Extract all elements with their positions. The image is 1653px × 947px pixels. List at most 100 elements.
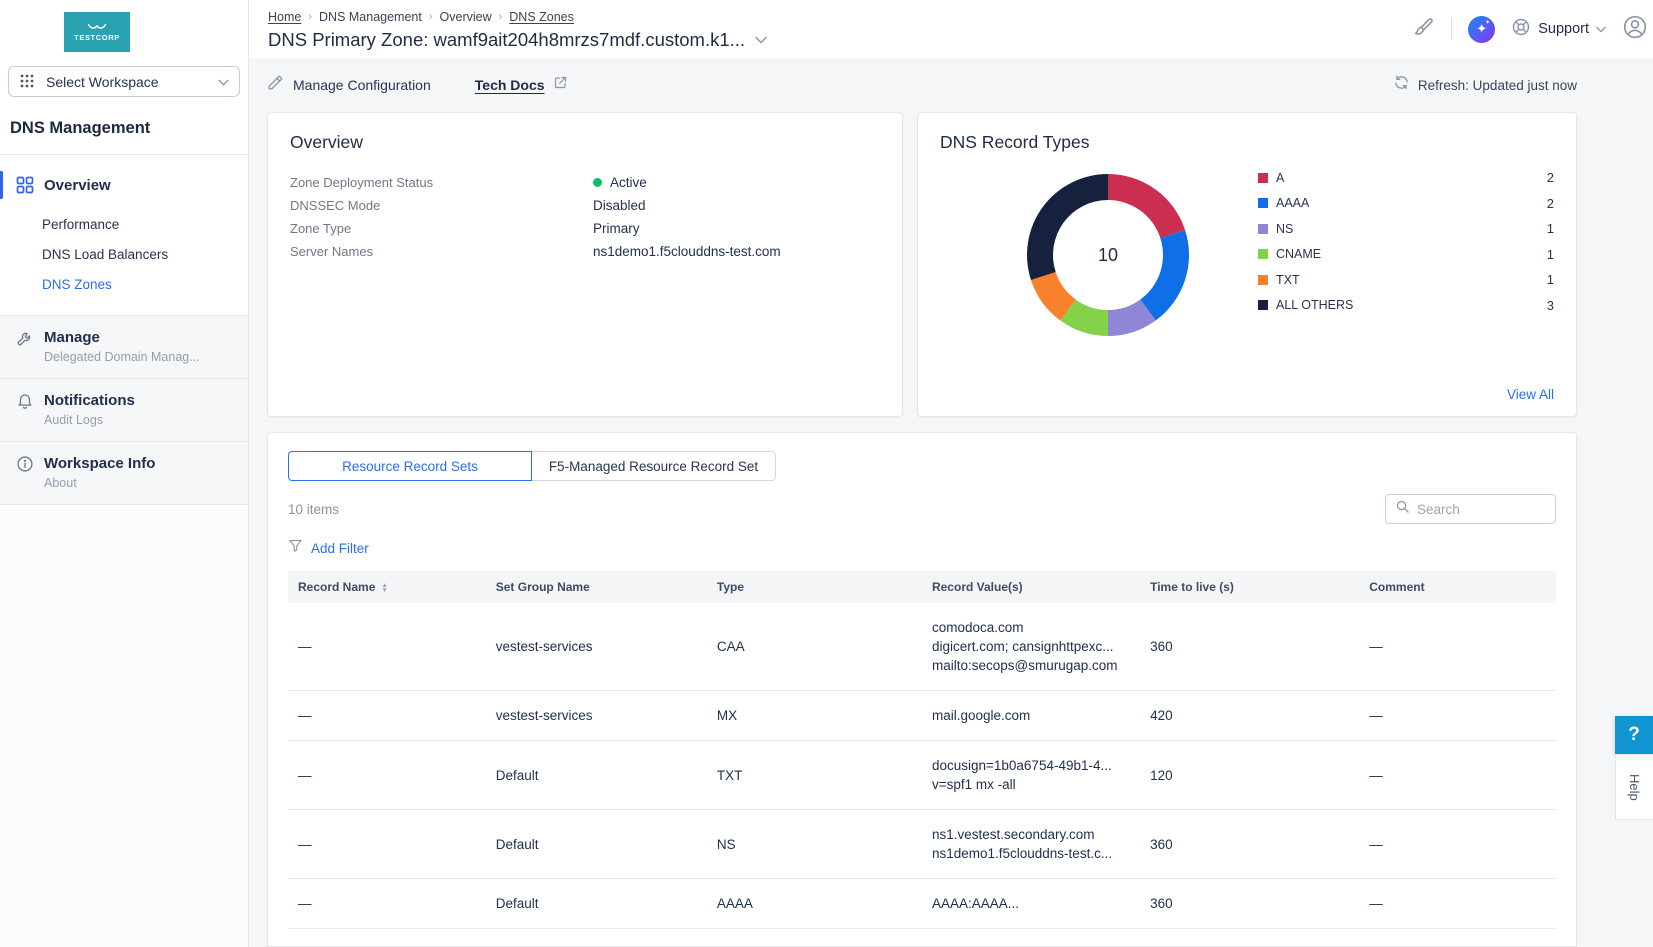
legend-item: TXT 1 (1258, 267, 1554, 293)
sidebar-item-workspace-info-label: Workspace Info (44, 455, 155, 472)
breadcrumb-overview[interactable]: Overview (440, 10, 492, 24)
table-row[interactable]: — Default TXT docusign=1b0a6754-49b1-4..… (288, 741, 1556, 810)
legend-label: NS (1276, 222, 1547, 236)
sidebar-item-manage[interactable]: Manage Delegated Domain Manag... (0, 315, 248, 378)
app-root: TESTCORP Select Workspace DNS Management… (0, 0, 1653, 947)
table-row[interactable]: — Default AAAA AAAA:AAAA... 360 — (288, 879, 1556, 929)
table-row[interactable]: — Default NS ns1.vestest.secondary.comns… (288, 810, 1556, 879)
breadcrumb-separator: › (499, 11, 503, 23)
field-server-names: Server Names ns1demo1.f5clouddns-test.co… (290, 240, 880, 263)
status-dot-active (593, 178, 602, 187)
breadcrumb-dns-management[interactable]: DNS Management (319, 10, 422, 24)
sidebar-item-notifications[interactable]: Notifications Audit Logs (0, 378, 248, 441)
support-label: Support (1538, 21, 1589, 37)
add-filter-label: Add Filter (311, 541, 369, 556)
user-icon (1622, 14, 1648, 45)
cell-type: NS (707, 810, 922, 879)
cell-comment: — (1359, 603, 1556, 691)
search-box (1385, 494, 1556, 524)
record-types-title: DNS Record Types (940, 132, 1554, 153)
cell-ttl: 360 (1140, 603, 1359, 691)
table-row[interactable]: — vestest-services MX mail.google.com 42… (288, 691, 1556, 741)
legend-swatch (1258, 198, 1268, 208)
sidebar-item-notifications-label: Notifications (44, 392, 135, 409)
main-header: Home › DNS Management › Overview › DNS Z… (249, 0, 1653, 58)
field-dnssec-mode: DNSSEC Mode Disabled (290, 194, 880, 217)
cell-values: ns1.vestest.secondary.comns1demo1.f5clou… (922, 810, 1140, 879)
column-comment: Comment (1359, 571, 1556, 603)
title-chevron-down-icon[interactable] (755, 31, 767, 49)
field-zone-deployment-status: Zone Deployment Status Active (290, 171, 880, 194)
donut-chart-wrap: 10 (1026, 173, 1190, 337)
tech-docs-link[interactable]: Tech Docs (475, 75, 568, 95)
legend-swatch (1258, 275, 1268, 285)
sidebar-item-overview[interactable]: Overview (0, 169, 248, 201)
refresh-button[interactable]: Refresh: Updated just now (1393, 74, 1577, 96)
cell-comment: — (1359, 741, 1556, 810)
sidebar-nav-overview-group: Overview Performance DNS Load Balancers … (0, 154, 248, 315)
donut-center-label: 10 (1026, 173, 1190, 337)
info-icon (16, 455, 34, 473)
sidebar-title: DNS Management (10, 119, 248, 138)
legend-swatch (1258, 300, 1268, 310)
cell-values: mail.google.com (922, 691, 1140, 741)
workspace-selector-label: Select Workspace (46, 74, 209, 90)
table-header-row: Record Name▲▼ Set Group Name Type Record… (288, 571, 1556, 603)
sidebar-item-performance[interactable]: Performance (0, 209, 248, 239)
search-icon (1395, 499, 1410, 519)
field-value: ns1demo1.f5clouddns-test.com (593, 244, 781, 259)
grid-overview-icon (16, 176, 34, 194)
external-link-icon (553, 75, 568, 95)
sidebar-item-dns-load-balancers[interactable]: DNS Load Balancers (0, 239, 248, 269)
testcorp-logo[interactable]: TESTCORP (64, 12, 130, 52)
legend-label: TXT (1276, 273, 1547, 287)
logo-text: TESTCORP (74, 33, 120, 42)
column-type: Type (707, 571, 922, 603)
field-label: Zone Deployment Status (290, 175, 593, 190)
ai-assistant-button[interactable]: ✦ ✦ (1468, 16, 1495, 43)
cell-comment: — (1359, 810, 1556, 879)
legend-item: CNAME 1 (1258, 242, 1554, 268)
legend-swatch (1258, 173, 1268, 183)
sparkle-mini-icon: ✦ (1485, 19, 1490, 26)
workspace-selector[interactable]: Select Workspace (8, 66, 240, 97)
field-zone-type: Zone Type Primary (290, 217, 880, 240)
breadcrumb-dns-zones[interactable]: DNS Zones (509, 10, 574, 24)
field-label: Server Names (290, 244, 593, 259)
breadcrumb-home[interactable]: Home (268, 10, 301, 24)
add-filter-button[interactable]: Add Filter (288, 538, 1556, 558)
manage-configuration-button[interactable]: Manage Configuration (267, 74, 431, 96)
help-tab[interactable]: Help (1615, 754, 1653, 820)
records-table: Record Name▲▼ Set Group Name Type Record… (288, 571, 1556, 929)
funnel-icon (288, 538, 303, 558)
cell-record-name: — (288, 603, 486, 691)
cell-type: AAAA (707, 879, 922, 929)
view-all-link[interactable]: View All (1507, 387, 1554, 402)
legend-swatch (1258, 249, 1268, 259)
account-menu[interactable] (1622, 14, 1653, 45)
support-menu[interactable]: Support (1511, 17, 1606, 42)
paintbrush-icon[interactable] (1413, 16, 1435, 43)
logo-wrap: TESTCORP (0, 0, 248, 52)
table-row[interactable]: — vestest-services CAA comodoca.comdigic… (288, 603, 1556, 691)
tab-resource-record-sets[interactable]: Resource Record Sets (288, 451, 532, 481)
column-record-name[interactable]: Record Name▲▼ (288, 571, 486, 603)
sort-icon[interactable]: ▲▼ (381, 583, 387, 593)
sidebar-item-manage-label: Manage (44, 329, 200, 346)
search-input[interactable] (1417, 502, 1546, 517)
column-record-values: Record Value(s) (922, 571, 1140, 603)
record-types-legend: A 2 AAAA 2 NS 1 CNAME 1 TXT 1 ALL OTHERS… (1258, 165, 1554, 337)
help-widget: ? Help (1615, 716, 1653, 820)
resource-records-card: Resource Record Sets F5-Managed Resource… (267, 432, 1577, 947)
pencil-icon (267, 74, 284, 96)
cell-record-name: — (288, 691, 486, 741)
support-icon (1511, 17, 1531, 42)
app-grid-icon (19, 73, 37, 91)
sidebar-item-workspace-info[interactable]: Workspace Info About (0, 441, 248, 504)
page-title: DNS Primary Zone: wamf9ait204h8mrzs7mdf.… (268, 29, 745, 51)
help-button[interactable]: ? (1615, 716, 1653, 754)
cell-ttl: 120 (1140, 741, 1359, 810)
chevron-down-icon (1596, 20, 1606, 38)
sidebar-item-dns-zones[interactable]: DNS Zones (0, 269, 248, 299)
tab-f5-managed-record-set[interactable]: F5-Managed Resource Record Set (531, 451, 776, 481)
